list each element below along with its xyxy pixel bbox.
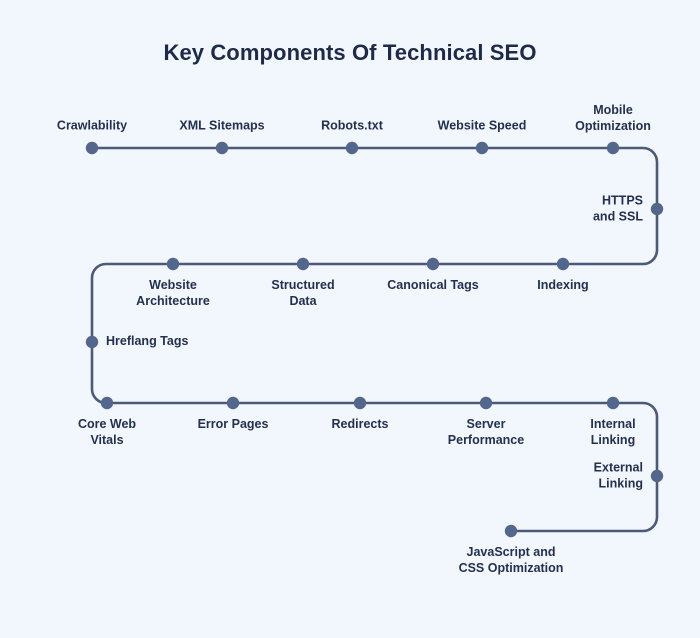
node-dot-hreflang-tags[interactable] [85, 335, 99, 349]
node-dot-xml-sitemaps[interactable] [215, 141, 229, 155]
node-label-server-performance: Server Performance [447, 417, 525, 447]
node-dot-core-web-vitals[interactable] [100, 396, 114, 410]
node-dot-website-speed[interactable] [475, 141, 489, 155]
node-dot-error-pages[interactable] [226, 396, 240, 410]
node-dot-javascript-css-optimization[interactable] [504, 524, 518, 538]
node-label-javascript-css-optimization: JavaScript and CSS Optimization [458, 545, 564, 575]
node-dot-robots-txt[interactable] [345, 141, 359, 155]
node-label-mobile-optimization: Mobile Optimization [575, 102, 651, 133]
node-label-xml-sitemaps: XML Sitemaps [179, 118, 265, 133]
node-label-redirects: Redirects [331, 417, 389, 431]
node-label-structured-data: Structured Data [271, 278, 335, 308]
node-dot-website-architecture[interactable] [166, 257, 180, 271]
node-label-external-linking: External Linking [593, 460, 643, 490]
node-label-canonical-tags: Canonical Tags [387, 278, 479, 292]
node-label-core-web-vitals: Core Web Vitals [77, 417, 137, 447]
node-label-error-pages: Error Pages [197, 417, 269, 431]
node-dot-canonical-tags[interactable] [426, 257, 440, 271]
node-label-https-and-ssl: HTTPS and SSL [592, 193, 643, 223]
node-dot-mobile-optimization[interactable] [606, 141, 620, 155]
node-label-website-speed: Website Speed [437, 118, 527, 133]
node-dot-redirects[interactable] [353, 396, 367, 410]
node-dot-structured-data[interactable] [296, 257, 310, 271]
node-dot-crawlability[interactable] [85, 141, 99, 155]
node-label-robots-txt: Robots.txt [321, 118, 383, 133]
node-label-hreflang-tags: Hreflang Tags [106, 334, 189, 349]
node-label-crawlability: Crawlability [56, 118, 128, 133]
node-dot-external-linking[interactable] [650, 469, 664, 483]
node-dot-indexing[interactable] [556, 257, 570, 271]
node-dot-internal-linking[interactable] [606, 396, 620, 410]
node-dot-https-and-ssl[interactable] [650, 202, 664, 216]
node-label-website-architecture: Website Architecture [136, 278, 210, 308]
node-label-indexing: Indexing [537, 278, 589, 292]
infographic-canvas: Key Components Of Technical SEO Crawlabi… [0, 0, 700, 638]
node-label-internal-linking: Internal Linking [590, 417, 636, 447]
flow-path-svg [85, 141, 664, 538]
node-dot-server-performance[interactable] [479, 396, 493, 410]
